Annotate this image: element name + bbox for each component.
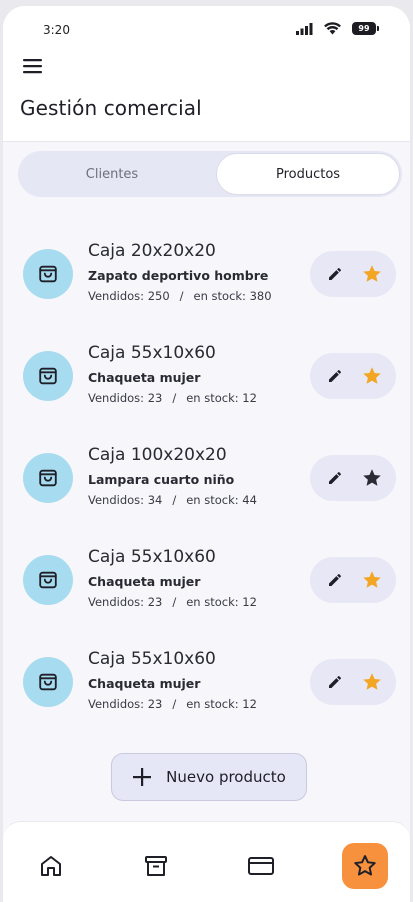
product-stats: Vendidos: 23 / en stock: 12 [88,697,257,711]
favorite-button[interactable] [358,566,386,594]
star-icon [362,673,381,690]
plus-icon [133,768,152,786]
product-stats: Vendidos: 34 / en stock: 44 [88,493,257,507]
star-icon [362,265,381,282]
product-name: Lampara cuarto niño [88,472,235,487]
nav-home[interactable] [28,843,74,889]
menu-icon [23,59,42,74]
list-item[interactable]: Caja 55x10x60 Chaqueta mujer Vendidos: 2… [3,534,410,636]
product-actions [310,455,396,501]
nav-archive[interactable] [133,843,179,889]
stats-separator: / [172,595,177,609]
shopping-bag-icon [39,367,57,385]
product-title: Caja 20x20x20 [88,241,216,261]
sold-count: Vendidos: 34 [88,493,163,507]
page-title: Gestión comercial [20,96,202,120]
sold-count: Vendidos: 23 [88,391,163,405]
product-name: Chaqueta mujer [88,574,201,589]
menu-button[interactable] [23,58,47,80]
status-time: 3:20 [43,23,70,37]
new-product-button[interactable]: Nuevo producto [111,753,307,801]
product-name: Chaqueta mujer [88,370,201,385]
product-name: Zapato deportivo hombre [88,268,269,283]
stats-separator: / [172,697,177,711]
edit-button[interactable] [321,566,349,594]
product-avatar [23,453,73,503]
pencil-icon [328,370,341,382]
favorite-button[interactable] [358,464,386,492]
product-avatar [23,351,73,401]
sold-count: Vendidos: 23 [88,595,163,609]
product-name: Chaqueta mujer [88,676,201,691]
tab-productos[interactable]: Productos [216,153,400,195]
pencil-icon [328,472,341,484]
edit-button[interactable] [321,362,349,390]
stats-separator: / [179,289,184,303]
stock-count: en stock: 380 [193,289,272,303]
product-actions [310,557,396,603]
card-icon [248,857,274,875]
pencil-icon [328,574,341,586]
list-item[interactable]: Caja 100x20x20 Lampara cuarto niño Vendi… [3,432,410,534]
shopping-bag-icon [39,673,57,691]
pencil-icon [328,268,341,280]
product-actions [310,659,396,705]
product-title: Caja 55x10x60 [88,547,216,567]
signal-icon [296,22,313,35]
product-title: Caja 55x10x60 [88,649,216,669]
product-avatar [23,249,73,299]
app-screen: 3:20 99 Gestión comercial Clientes Produ… [3,6,410,902]
favorite-button[interactable] [358,668,386,696]
product-avatar [23,555,73,605]
top-app-bar: 3:20 99 Gestión comercial [3,6,410,142]
pencil-icon [328,676,341,688]
nav-favorites[interactable] [342,843,388,889]
product-actions [310,353,396,399]
shopping-bag-icon [39,469,57,487]
star-icon [362,571,381,588]
product-stats: Vendidos: 23 / en stock: 12 [88,391,257,405]
shopping-bag-icon [39,571,57,589]
product-stats: Vendidos: 250 / en stock: 380 [88,289,272,303]
list-item[interactable]: Caja 55x10x60 Chaqueta mujer Vendidos: 2… [3,330,410,432]
edit-button[interactable] [321,464,349,492]
new-product-label: Nuevo producto [166,768,286,786]
edit-button[interactable] [321,260,349,288]
stock-count: en stock: 12 [186,391,257,405]
edit-button[interactable] [321,668,349,696]
stock-count: en stock: 12 [186,595,257,609]
product-avatar [23,657,73,707]
list-item[interactable]: Caja 20x20x20 Zapato deportivo hombre Ve… [3,228,410,330]
star-icon [354,855,376,876]
product-list: Caja 20x20x20 Zapato deportivo hombre Ve… [3,228,410,738]
status-icons: 99 [296,22,379,35]
sold-count: Vendidos: 250 [88,289,170,303]
wifi-icon [324,22,341,35]
stock-count: en stock: 12 [186,697,257,711]
tab-clientes[interactable]: Clientes [20,153,204,195]
battery-indicator: 99 [352,22,379,35]
shopping-bag-icon [39,265,57,283]
stats-separator: / [172,391,177,405]
segmented-tabs: Clientes Productos [18,151,402,197]
list-item[interactable]: Caja 55x10x60 Chaqueta mujer Vendidos: 2… [3,636,410,738]
archive-icon [145,856,167,876]
sold-count: Vendidos: 23 [88,697,163,711]
star-icon [362,469,381,486]
bottom-navigation [3,821,410,902]
product-actions [310,251,396,297]
favorite-button[interactable] [358,260,386,288]
product-title: Caja 100x20x20 [88,445,227,465]
product-stats: Vendidos: 23 / en stock: 12 [88,595,257,609]
home-icon [41,856,61,876]
stats-separator: / [172,493,177,507]
star-icon [362,367,381,384]
nav-card[interactable] [238,843,284,889]
product-title: Caja 55x10x60 [88,343,216,363]
favorite-button[interactable] [358,362,386,390]
stock-count: en stock: 44 [186,493,257,507]
